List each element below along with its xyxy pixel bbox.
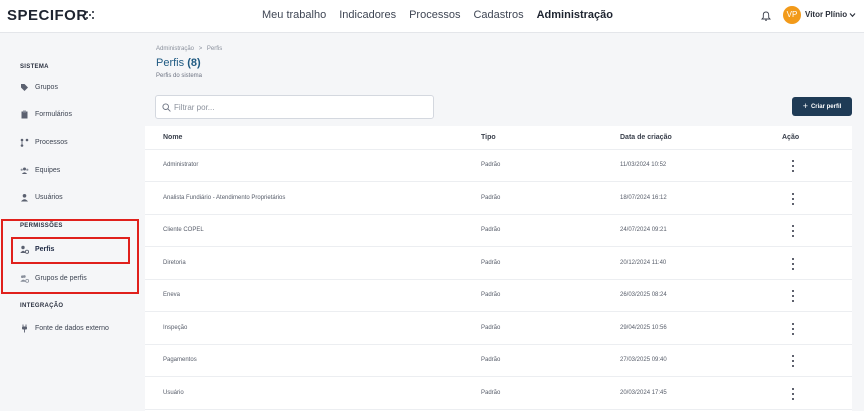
table-row[interactable]: Administrator Padrão 11/03/2024 10:52 — [145, 150, 852, 182]
cell-data: 24/07/2024 09:21 — [620, 227, 667, 233]
sidebar-item-formularios[interactable]: Formulários — [20, 110, 72, 119]
table-row[interactable]: Usuário Padrão 20/03/2024 17:45 — [145, 378, 852, 410]
sidebar-item-equipes[interactable]: Equipes — [20, 166, 60, 175]
more-actions-icon[interactable] — [790, 159, 796, 173]
sidebar-item-label: Processos — [35, 139, 68, 146]
cell-tipo: Padrão — [481, 162, 501, 168]
cell-tipo: Padrão — [481, 292, 501, 298]
table-row[interactable]: Pagamentos Padrão 27/03/2025 09:40 — [145, 345, 852, 377]
cell-data: 29/04/2025 10:56 — [620, 324, 667, 331]
user-name[interactable]: Vitor Plínio — [805, 10, 847, 19]
page-title-text: Perfis — [156, 57, 185, 69]
nav-indicadores[interactable]: Indicadores — [339, 9, 396, 21]
cell-nome: Administrator — [163, 162, 199, 168]
table-row[interactable]: Diretoria Padrão 20/12/2024 11:40 — [145, 248, 852, 280]
app-logo[interactable]: SPECIFOR — [7, 7, 88, 24]
cell-tipo: Padrão — [481, 324, 501, 331]
more-actions-icon[interactable] — [790, 192, 796, 206]
more-actions-icon[interactable] — [790, 322, 796, 336]
main-nav: Meu trabalho Indicadores Processos Cadas… — [262, 9, 613, 21]
bell-icon[interactable] — [761, 11, 771, 22]
nav-processos[interactable]: Processos — [409, 9, 460, 21]
clipboard-icon — [21, 110, 28, 119]
breadcrumb-current: Perfis — [206, 46, 223, 52]
breadcrumb: Administração > Perfis — [156, 46, 222, 52]
table-row[interactable]: Eneva Padrão 26/03/2025 08:24 — [145, 280, 852, 312]
top-bar: SPECIFOR Meu trabalho Indicadores Proces… — [0, 0, 864, 33]
nav-cadastros[interactable]: Cadastros — [473, 9, 523, 21]
nav-administracao[interactable]: Administração — [537, 9, 613, 21]
cell-data: 18/07/2024 16:12 — [620, 194, 667, 201]
table-row[interactable]: Cliente COPEL Padrão 24/07/2024 09:21 — [145, 215, 852, 247]
cell-nome: Analista Fundiário - Atendimento Proprie… — [163, 194, 286, 201]
sidebar-item-label: Formulários — [35, 111, 72, 118]
section-title-integracao: INTEGRAÇÃO — [20, 303, 64, 309]
cell-tipo: Padrão — [481, 259, 501, 266]
sidebar-item-processos[interactable]: Processos — [20, 138, 68, 147]
sidebar-item-label: Grupos — [35, 84, 58, 91]
breadcrumb-separator: > — [198, 46, 203, 52]
more-actions-icon[interactable] — [790, 289, 796, 303]
column-header-nome[interactable]: Nome — [163, 134, 182, 141]
more-actions-icon[interactable] — [790, 354, 796, 368]
more-actions-icon[interactable] — [790, 224, 796, 238]
team-icon — [20, 167, 29, 174]
section-title-sistema: SISTEMA — [20, 64, 49, 70]
cell-nome: Pagamentos — [163, 357, 197, 363]
sidebar-item-grupos[interactable]: Grupos — [20, 83, 58, 92]
table-row[interactable]: Analista Fundiário - Atendimento Proprie… — [145, 183, 852, 215]
chevron-down-icon[interactable] — [849, 12, 856, 18]
cell-data: 27/03/2025 09:40 — [620, 357, 667, 363]
sidebar-item-label: Equipes — [35, 167, 61, 174]
create-profile-label: Criar perfil — [810, 103, 842, 110]
cell-data: 26/03/2025 08:24 — [620, 292, 667, 298]
more-actions-icon[interactable] — [790, 387, 796, 401]
breadcrumb-root[interactable]: Administração — [156, 46, 194, 52]
cell-data: 20/12/2024 11:40 — [620, 259, 667, 266]
table-header: Nome Tipo Data de criação Ação — [145, 126, 852, 150]
more-actions-icon[interactable] — [790, 257, 796, 271]
filter-input[interactable] — [174, 100, 424, 115]
create-profile-button[interactable]: + Criar perfil — [792, 97, 852, 116]
table-row[interactable]: Inspeção Padrão 29/04/2025 10:56 — [145, 313, 852, 345]
cell-nome: Diretoria — [163, 259, 186, 266]
process-flow-icon — [20, 138, 29, 147]
cell-tipo: Padrão — [481, 227, 501, 233]
cell-tipo: Padrão — [481, 389, 501, 396]
cell-tipo: Padrão — [481, 194, 501, 201]
tag-icon — [21, 84, 28, 91]
sidebar-item-usuarios[interactable]: Usuários — [20, 193, 63, 202]
search-icon — [162, 103, 171, 112]
cell-data: 11/03/2024 10:52 — [620, 162, 667, 168]
sidebar-item-fonte-de-dados[interactable]: Fonte de dados externo — [20, 324, 109, 333]
plug-icon — [22, 324, 27, 333]
cell-tipo: Padrão — [481, 357, 501, 363]
sidebar-item-label: Fonte de dados externo — [35, 325, 109, 332]
column-header-acao: Ação — [782, 134, 800, 141]
page-subtitle: Perfis do sistema — [156, 73, 203, 79]
cell-nome: Usuário — [163, 389, 184, 396]
cell-nome: Eneva — [163, 292, 181, 298]
logo-dots-icon — [83, 10, 95, 20]
user-icon — [21, 194, 28, 202]
avatar[interactable]: VP — [783, 6, 801, 24]
filter-box[interactable] — [155, 95, 434, 119]
cell-data: 20/03/2024 17:45 — [620, 389, 667, 396]
profiles-table: Nome Tipo Data de criação Ação Administr… — [145, 126, 852, 411]
plus-icon: + — [802, 101, 808, 111]
sidebar-item-label: Usuários — [35, 194, 63, 201]
page-title-count: (8) — [187, 57, 201, 69]
page-title: Perfis (8) — [156, 57, 201, 69]
cell-nome: Inspeção — [163, 324, 188, 331]
nav-meu-trabalho[interactable]: Meu trabalho — [262, 9, 326, 21]
column-header-data[interactable]: Data de criação — [620, 134, 672, 141]
highlight-box-perfis — [11, 237, 130, 264]
column-header-tipo[interactable]: Tipo — [481, 134, 496, 141]
cell-nome: Cliente COPEL — [163, 227, 204, 233]
